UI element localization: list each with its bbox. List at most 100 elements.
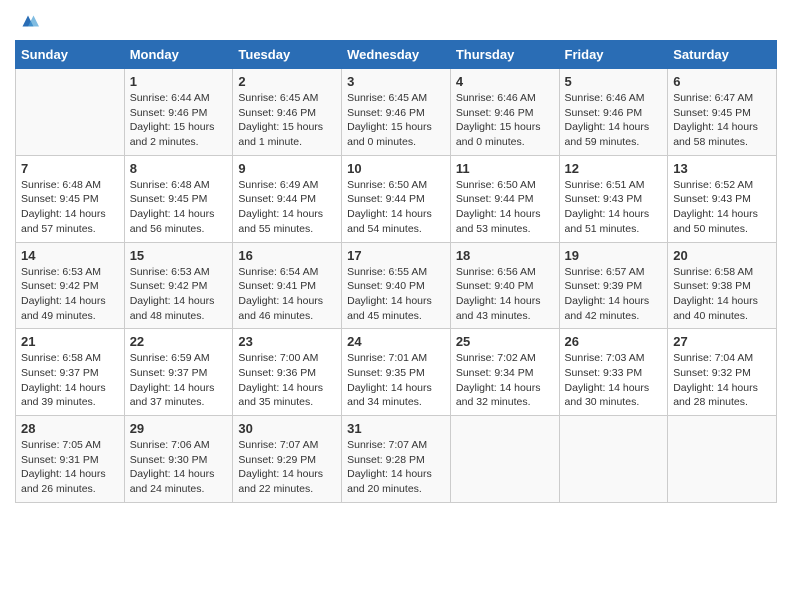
weekday-header-thursday: Thursday (450, 41, 559, 69)
cell-info: Sunrise: 6:56 AMSunset: 9:40 PMDaylight:… (456, 265, 554, 324)
weekday-header-sunday: Sunday (16, 41, 125, 69)
day-number: 25 (456, 334, 554, 349)
cell-info: Sunrise: 6:50 AMSunset: 9:44 PMDaylight:… (347, 178, 445, 237)
calendar-body: 1Sunrise: 6:44 AMSunset: 9:46 PMDaylight… (16, 69, 777, 503)
cell-info: Sunrise: 6:58 AMSunset: 9:38 PMDaylight:… (673, 265, 771, 324)
day-number: 5 (565, 74, 663, 89)
day-number: 18 (456, 248, 554, 263)
calendar-cell: 7 Sunrise: 6:48 AMSunset: 9:45 PMDaylight… (16, 155, 125, 242)
calendar-week-5: 28 Sunrise: 7:05 AMSunset: 9:31 PMDayligh… (16, 416, 777, 503)
day-number: 27 (673, 334, 771, 349)
day-number: 3 (347, 74, 445, 89)
cell-info: Sunrise: 6:50 AMSunset: 9:44 PMDaylight:… (456, 178, 554, 237)
day-number: 1 (130, 74, 228, 89)
cell-info: Sunrise: 7:00 AMSunset: 9:36 PMDaylight:… (238, 351, 336, 410)
calendar-cell: 22 Sunrise: 6:59 AMSunset: 9:37 PMDayligh… (124, 329, 233, 416)
day-number: 31 (347, 421, 445, 436)
calendar-cell: 21 Sunrise: 6:58 AMSunset: 9:37 PMDayligh… (16, 329, 125, 416)
calendar-header: SundayMondayTuesdayWednesdayThursdayFrid… (16, 41, 777, 69)
day-number: 9 (238, 161, 336, 176)
calendar-cell: 4 Sunrise: 6:46 AMSunset: 9:46 PMDaylight… (450, 69, 559, 156)
day-number: 28 (21, 421, 119, 436)
day-number: 8 (130, 161, 228, 176)
cell-info: Sunrise: 6:59 AMSunset: 9:37 PMDaylight:… (130, 351, 228, 410)
page-header (15, 10, 777, 32)
day-number: 30 (238, 421, 336, 436)
calendar-cell: 26 Sunrise: 7:03 AMSunset: 9:33 PMDayligh… (559, 329, 668, 416)
day-number: 4 (456, 74, 554, 89)
calendar-cell (668, 416, 777, 503)
calendar-cell: 31Sunrise: 7:07 AMSunset: 9:28 PMDayligh… (342, 416, 451, 503)
logo-icon (17, 10, 39, 32)
day-number: 11 (456, 161, 554, 176)
day-number: 24 (347, 334, 445, 349)
calendar-cell: 27 Sunrise: 7:04 AMSunset: 9:32 PMDayligh… (668, 329, 777, 416)
cell-info: Sunrise: 7:02 AMSunset: 9:34 PMDaylight:… (456, 351, 554, 410)
weekday-header-wednesday: Wednesday (342, 41, 451, 69)
day-number: 19 (565, 248, 663, 263)
calendar-cell: 14 Sunrise: 6:53 AMSunset: 9:42 PMDayligh… (16, 242, 125, 329)
calendar-cell: 17 Sunrise: 6:55 AMSunset: 9:40 PMDayligh… (342, 242, 451, 329)
weekday-header-saturday: Saturday (668, 41, 777, 69)
calendar-cell: 30 Sunrise: 7:07 AMSunset: 9:29 PMDayligh… (233, 416, 342, 503)
cell-info: Sunrise: 7:05 AMSunset: 9:31 PMDaylight:… (21, 438, 119, 497)
day-number: 22 (130, 334, 228, 349)
cell-info: Sunrise: 7:07 AMSunset: 9:29 PMDaylight:… (238, 438, 336, 497)
cell-info: Sunrise: 6:47 AMSunset: 9:45 PMDaylight:… (673, 91, 771, 150)
calendar-cell: 1Sunrise: 6:44 AMSunset: 9:46 PMDaylight… (124, 69, 233, 156)
day-number: 12 (565, 161, 663, 176)
cell-info: Sunrise: 6:46 AMSunset: 9:46 PMDaylight:… (456, 91, 554, 150)
calendar-week-4: 21 Sunrise: 6:58 AMSunset: 9:37 PMDayligh… (16, 329, 777, 416)
cell-info: Sunrise: 6:51 AMSunset: 9:43 PMDaylight:… (565, 178, 663, 237)
day-number: 15 (130, 248, 228, 263)
day-number: 10 (347, 161, 445, 176)
day-number: 23 (238, 334, 336, 349)
calendar-week-3: 14 Sunrise: 6:53 AMSunset: 9:42 PMDayligh… (16, 242, 777, 329)
calendar-cell: 3Sunrise: 6:45 AMSunset: 9:46 PMDaylight… (342, 69, 451, 156)
calendar-cell: 19Sunrise: 6:57 AMSunset: 9:39 PMDayligh… (559, 242, 668, 329)
calendar-cell: 12 Sunrise: 6:51 AMSunset: 9:43 PMDayligh… (559, 155, 668, 242)
day-number: 7 (21, 161, 119, 176)
day-number: 17 (347, 248, 445, 263)
cell-info: Sunrise: 6:54 AMSunset: 9:41 PMDaylight:… (238, 265, 336, 324)
calendar-cell: 13Sunrise: 6:52 AMSunset: 9:43 PMDayligh… (668, 155, 777, 242)
weekday-header-tuesday: Tuesday (233, 41, 342, 69)
day-number: 14 (21, 248, 119, 263)
cell-info: Sunrise: 6:53 AMSunset: 9:42 PMDaylight:… (21, 265, 119, 324)
calendar-cell: 16Sunrise: 6:54 AMSunset: 9:41 PMDayligh… (233, 242, 342, 329)
cell-info: Sunrise: 7:01 AMSunset: 9:35 PMDaylight:… (347, 351, 445, 410)
calendar-cell: 11 Sunrise: 6:50 AMSunset: 9:44 PMDayligh… (450, 155, 559, 242)
weekday-header-friday: Friday (559, 41, 668, 69)
calendar-cell: 5Sunrise: 6:46 AMSunset: 9:46 PMDaylight… (559, 69, 668, 156)
calendar-cell: 20 Sunrise: 6:58 AMSunset: 9:38 PMDayligh… (668, 242, 777, 329)
day-number: 6 (673, 74, 771, 89)
day-number: 26 (565, 334, 663, 349)
cell-info: Sunrise: 6:58 AMSunset: 9:37 PMDaylight:… (21, 351, 119, 410)
cell-info: Sunrise: 6:52 AMSunset: 9:43 PMDaylight:… (673, 178, 771, 237)
calendar-cell: 8 Sunrise: 6:48 AMSunset: 9:45 PMDaylight… (124, 155, 233, 242)
day-number: 29 (130, 421, 228, 436)
day-number: 20 (673, 248, 771, 263)
cell-info: Sunrise: 6:53 AMSunset: 9:42 PMDaylight:… (130, 265, 228, 324)
day-number: 21 (21, 334, 119, 349)
calendar-cell: 9Sunrise: 6:49 AMSunset: 9:44 PMDaylight… (233, 155, 342, 242)
cell-info: Sunrise: 7:06 AMSunset: 9:30 PMDaylight:… (130, 438, 228, 497)
calendar-cell: 10 Sunrise: 6:50 AMSunset: 9:44 PMDayligh… (342, 155, 451, 242)
cell-info: Sunrise: 7:04 AMSunset: 9:32 PMDaylight:… (673, 351, 771, 410)
calendar-table: SundayMondayTuesdayWednesdayThursdayFrid… (15, 40, 777, 503)
calendar-cell (559, 416, 668, 503)
calendar-cell: 2Sunrise: 6:45 AMSunset: 9:46 PMDaylight… (233, 69, 342, 156)
cell-info: Sunrise: 6:48 AMSunset: 9:45 PMDaylight:… (130, 178, 228, 237)
cell-info: Sunrise: 7:03 AMSunset: 9:33 PMDaylight:… (565, 351, 663, 410)
cell-info: Sunrise: 6:55 AMSunset: 9:40 PMDaylight:… (347, 265, 445, 324)
cell-info: Sunrise: 6:48 AMSunset: 9:45 PMDaylight:… (21, 178, 119, 237)
header-row: SundayMondayTuesdayWednesdayThursdayFrid… (16, 41, 777, 69)
calendar-week-2: 7 Sunrise: 6:48 AMSunset: 9:45 PMDaylight… (16, 155, 777, 242)
calendar-cell: 29 Sunrise: 7:06 AMSunset: 9:30 PMDayligh… (124, 416, 233, 503)
calendar-cell (450, 416, 559, 503)
calendar-cell: 23 Sunrise: 7:00 AMSunset: 9:36 PMDayligh… (233, 329, 342, 416)
calendar-cell: 18 Sunrise: 6:56 AMSunset: 9:40 PMDayligh… (450, 242, 559, 329)
cell-info: Sunrise: 6:45 AMSunset: 9:46 PMDaylight:… (238, 91, 336, 150)
weekday-header-monday: Monday (124, 41, 233, 69)
calendar-cell (16, 69, 125, 156)
